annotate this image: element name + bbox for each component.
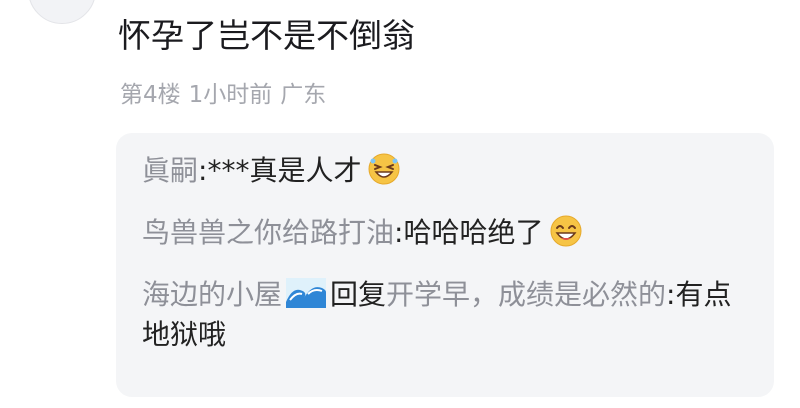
reply-list[interactable]: 眞嗣:***真是人才 鸟兽兽之你给路打油:哈哈哈绝了 海边的小屋 回复开学早，成… — [116, 133, 774, 397]
reply-author[interactable]: 眞嗣 — [142, 154, 198, 187]
reply-item[interactable]: 海边的小屋 回复开学早，成绩是必然的:有点地狱哦 — [142, 275, 750, 355]
location-label: 广东 — [280, 82, 327, 108]
avatar[interactable] — [28, 0, 96, 24]
comment-text: 怀孕了岂不是不倒翁 — [118, 16, 415, 55]
reply-target[interactable]: 开学早，成绩是必然的 — [386, 278, 666, 311]
reply-item[interactable]: 眞嗣:***真是人才 — [142, 151, 750, 191]
wave-icon — [286, 278, 327, 308]
time-label: 1小时前 — [188, 82, 273, 108]
reply-author[interactable]: 海边的小屋 — [142, 278, 282, 311]
reply-item[interactable]: 鸟兽兽之你给路打油:哈哈哈绝了 — [142, 213, 750, 253]
grinning-face-emoji-icon — [550, 215, 582, 247]
grinning-face-emoji-icon — [368, 153, 400, 185]
reply-author[interactable]: 鸟兽兽之你给路打油 — [142, 216, 394, 249]
floor-label: 第4楼 — [120, 82, 181, 108]
reply-content: ***真是人才 — [207, 154, 362, 187]
comment-meta: 第4楼 1小时前 广东 — [120, 78, 334, 112]
reply-content: 哈哈哈绝了 — [403, 216, 544, 249]
reply-keyword: 回复 — [330, 278, 387, 311]
